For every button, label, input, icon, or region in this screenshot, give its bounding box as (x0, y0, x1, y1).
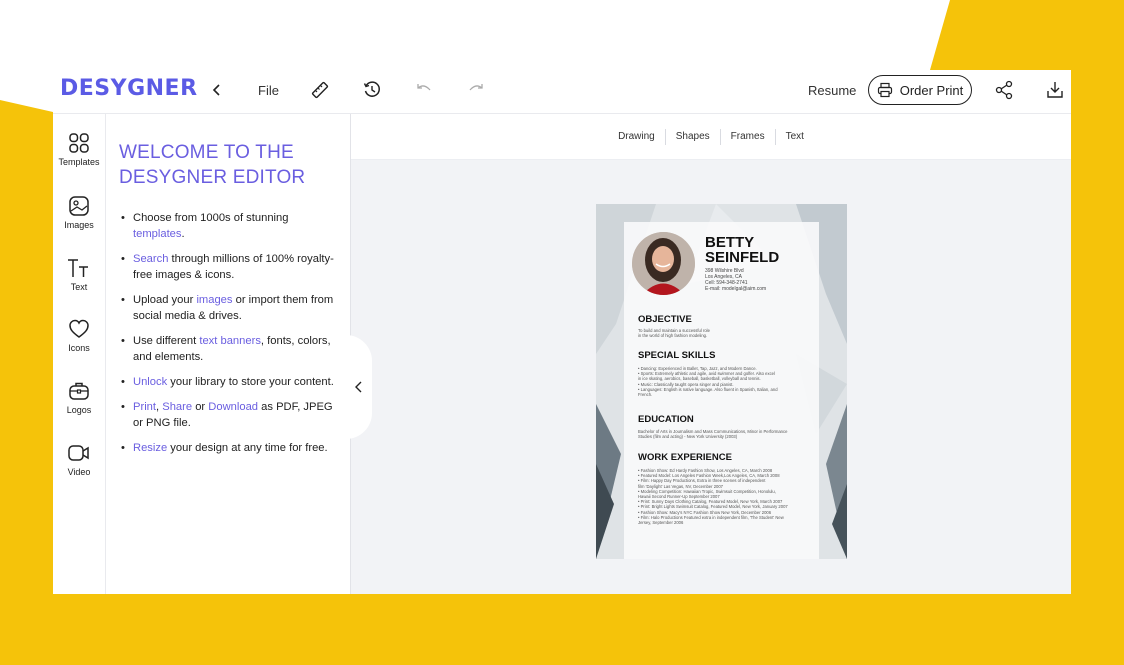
education-text: Bachelor of Arts in Journalism and Mass … (638, 429, 788, 440)
resume-last-name: SEINFELD (705, 249, 780, 266)
tab-drawing[interactable]: Drawing (608, 128, 666, 145)
resume-name: BETTY SEINFELD (705, 235, 779, 265)
print-link[interactable]: Print (133, 401, 156, 413)
feature-item: Upload your images or import them from s… (119, 292, 341, 324)
rail-item-templates[interactable]: Templates (53, 132, 105, 167)
rail-label: Images (64, 220, 94, 230)
feature-item: Unlock your library to store your conten… (119, 374, 341, 390)
tab-frames[interactable]: Frames (721, 128, 776, 145)
undo-button[interactable] (414, 78, 434, 102)
heart-icon (69, 319, 89, 338)
skills-heading: SPECIAL SKILLS (638, 350, 716, 361)
rail-label: Templates (58, 157, 100, 167)
rail-label: Icons (68, 343, 90, 353)
images-icon (69, 196, 89, 216)
profile-photo (632, 232, 695, 295)
undo-icon (417, 84, 431, 91)
work-heading: WORK EXPERIENCE (638, 452, 732, 463)
history-button[interactable] (362, 78, 382, 102)
resume-email: E-mail: modelgal@aim.com (705, 286, 767, 292)
ruler-button[interactable] (310, 78, 330, 102)
rail-item-icons[interactable]: Icons (53, 318, 105, 353)
share-button[interactable] (994, 78, 1014, 102)
rail-item-video[interactable]: Video (53, 442, 105, 477)
tab-shapes[interactable]: Shapes (666, 128, 721, 145)
history-icon (363, 81, 380, 97)
images-link[interactable]: images (196, 294, 232, 306)
download-link[interactable]: Download (208, 401, 258, 413)
download-button[interactable] (1045, 78, 1065, 102)
feature-item: Resize your design at any time for free. (119, 440, 341, 456)
text-icon (68, 259, 88, 277)
feature-item: Print, Share or Download as PDF, JPEG or… (119, 399, 341, 431)
resume-document[interactable]: BETTY SEINFELD 398 Wilshire Blvd Los Ang… (596, 204, 847, 559)
education-heading: EDUCATION (638, 414, 694, 425)
rail-label: Video (67, 467, 91, 477)
logo: DESYGNER (60, 76, 198, 101)
feature-item: Use different text banners, fonts, color… (119, 333, 341, 365)
chevron-left-icon (212, 84, 220, 96)
welcome-panel: WELCOME TO THE DESYGNER EDITOR Choose fr… (106, 114, 351, 594)
back-button[interactable] (211, 78, 223, 102)
templates-icon (69, 133, 89, 153)
resume-contact: 398 Wilshire Blvd Los Angeles, CA Cell: … (705, 268, 766, 292)
file-menu[interactable]: File (258, 78, 279, 102)
video-icon (68, 445, 89, 461)
redo-button[interactable] (466, 78, 486, 102)
rail-item-text[interactable]: Text (53, 257, 105, 292)
top-bar: DESYGNER File Resume Order Print (53, 70, 1071, 114)
order-print-label: Order Print (899, 82, 964, 98)
panel-title: WELCOME TO THE DESYGNER EDITOR (119, 140, 339, 190)
ruler-icon (311, 81, 329, 99)
templates-link[interactable]: templates (133, 228, 182, 240)
briefcase-icon (69, 382, 89, 400)
resume-title[interactable]: Resume (808, 78, 856, 102)
editor-window: DESYGNER File Resume Order Print Templat… (53, 70, 1071, 594)
redo-icon (469, 84, 483, 91)
share-icon (995, 80, 1013, 100)
panel-title-line1: WELCOME TO THE (119, 142, 294, 163)
rail-label: Text (70, 282, 88, 292)
feature-list: Choose from 1000s of stunning templates.… (119, 210, 341, 465)
element-tabs: Drawing Shapes Frames Text (351, 114, 1071, 160)
work-text: • Fashion Show: Ed Hardy Fashion Show, L… (638, 468, 788, 526)
rail-label: Logos (66, 405, 92, 415)
resize-link[interactable]: Resize (133, 442, 167, 454)
tab-text[interactable]: Text (776, 129, 814, 145)
objective-text: To build and maintain a successful role … (638, 328, 710, 339)
download-icon (1047, 82, 1063, 98)
rail-item-logos[interactable]: Logos (53, 380, 105, 415)
unlock-link[interactable]: Unlock (133, 376, 167, 388)
search-link[interactable]: Search (133, 253, 168, 265)
panel-title-line2: DESYGNER EDITOR (119, 167, 306, 188)
collapse-panel-button[interactable] (346, 335, 372, 439)
objective-heading: OBJECTIVE (638, 314, 692, 325)
share-link[interactable]: Share (162, 401, 192, 413)
feature-item: Choose from 1000s of stunning templates. (119, 210, 341, 242)
order-print-button[interactable]: Order Print (868, 75, 972, 105)
canvas-area: Drawing Shapes Frames Text BETTY SEINFEL… (351, 114, 1071, 594)
chevron-left-icon (355, 381, 362, 393)
rail-item-images[interactable]: Images (53, 195, 105, 230)
text-banners-link[interactable]: text banners (199, 335, 261, 347)
skills-text: • Dancing: Experienced in Ballet, Tap, J… (638, 366, 778, 398)
resume-first-name: BETTY (705, 234, 755, 251)
left-rail: Templates Images Text Icons Logos Video (53, 114, 106, 594)
feature-item: Search through millions of 100% royalty-… (119, 251, 341, 283)
printer-icon (877, 82, 892, 98)
